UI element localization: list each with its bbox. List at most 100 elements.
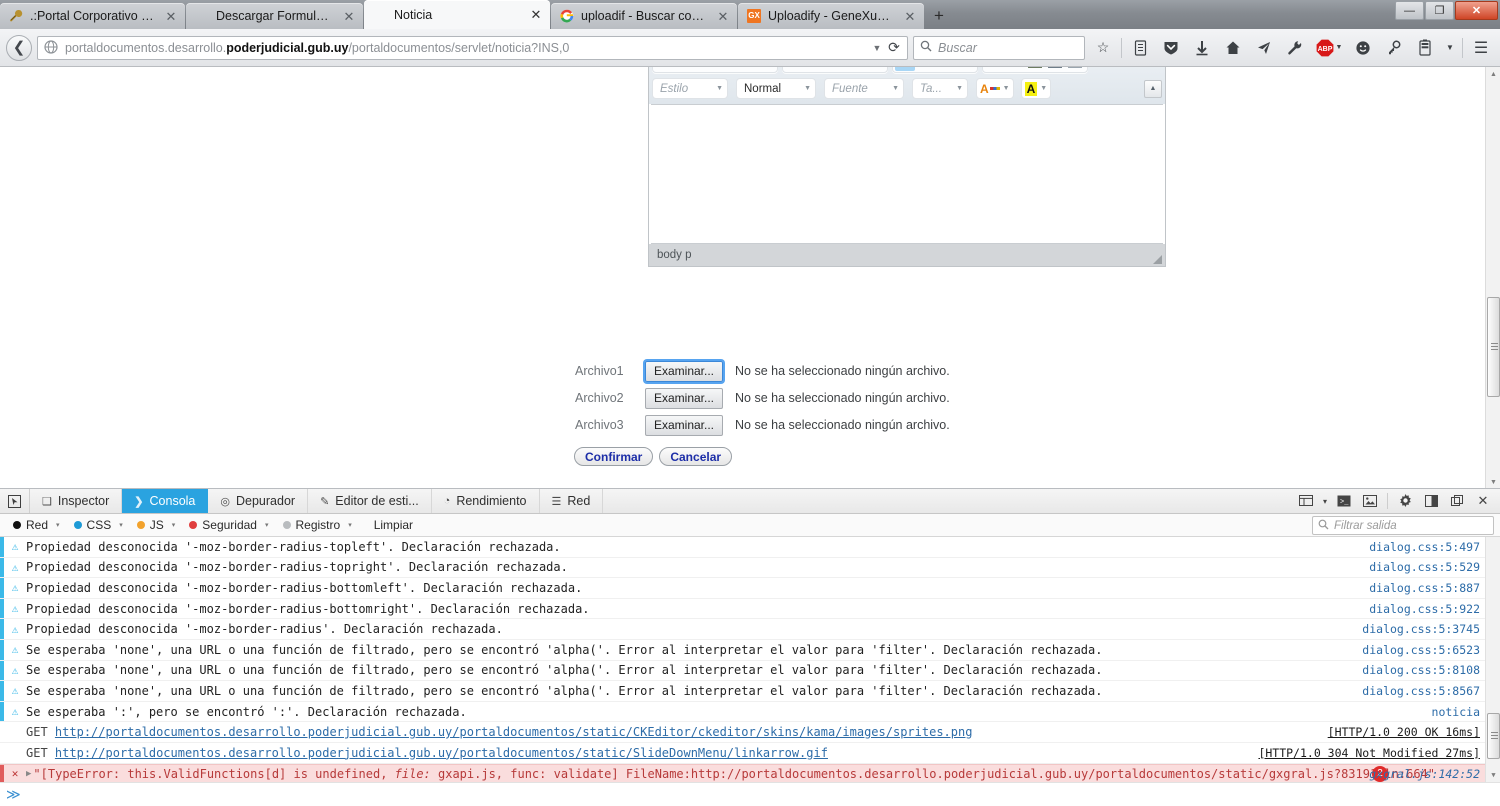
bulleted-list-button[interactable]: •≡ bbox=[805, 67, 825, 71]
log-source-link[interactable]: dialog.css:5:922 bbox=[1369, 602, 1480, 616]
browse-button[interactable]: Examinar... bbox=[645, 360, 723, 382]
console-network-row[interactable]: GET http://portaldocumentos.desarrollo.p… bbox=[0, 722, 1500, 743]
browse-button[interactable]: Examinar... bbox=[645, 414, 723, 436]
console-scrollbar-thumb[interactable] bbox=[1487, 713, 1500, 759]
battery-icon[interactable] bbox=[1412, 35, 1438, 61]
dock-side-button[interactable] bbox=[1418, 489, 1444, 513]
tab-red[interactable]: ☰ Red bbox=[540, 489, 604, 513]
filter-css[interactable]: CSS ▾ bbox=[67, 516, 130, 535]
back-arrow-icon[interactable]: ❮ bbox=[6, 34, 32, 61]
console-error-row[interactable]: ✕ ▶ "[TypeError: this.ValidFunctions[d] … bbox=[0, 763, 1500, 782]
align-right-button[interactable] bbox=[935, 67, 955, 71]
align-left-button[interactable] bbox=[895, 67, 915, 71]
console-log-row[interactable]: ⚠ Se esperaba 'none', una URL o una func… bbox=[0, 681, 1500, 702]
cancel-button[interactable]: Cancelar bbox=[659, 447, 733, 466]
send-tab-icon[interactable] bbox=[1251, 35, 1277, 61]
log-source-link[interactable]: dialog.css:5:8567 bbox=[1362, 684, 1480, 698]
tab-close-button[interactable]: ✕ bbox=[163, 8, 179, 24]
log-source-link[interactable]: dialog.css:5:497 bbox=[1369, 540, 1480, 554]
log-source-link[interactable]: gxgral.js:142:52 bbox=[1369, 767, 1480, 781]
style-dropdown[interactable]: Estilo ▼ bbox=[652, 78, 728, 99]
blockquote-button[interactable]: ❞ bbox=[865, 67, 885, 71]
console-network-row[interactable]: GET http://portaldocumentos.desarrollo.p… bbox=[0, 743, 1500, 764]
tab-consola[interactable]: ❯ Consola bbox=[122, 489, 209, 513]
size-dropdown[interactable]: Ta... ▼ bbox=[912, 78, 968, 99]
console-log-row[interactable]: ⚠ Propiedad desconocida '-moz-border-rad… bbox=[0, 537, 1500, 558]
console-log-row[interactable]: ⚠ Propiedad desconocida '-moz-border-rad… bbox=[0, 557, 1500, 579]
search-input[interactable]: Buscar bbox=[913, 35, 1085, 60]
superscript-button[interactable]: X2 bbox=[755, 67, 775, 71]
table-button[interactable] bbox=[1045, 67, 1065, 71]
screenshot-button[interactable] bbox=[1357, 489, 1383, 513]
hamburger-menu-icon[interactable]: ☰ bbox=[1468, 35, 1494, 61]
chevron-down-icon[interactable]: ▾ bbox=[348, 521, 352, 529]
resize-handle-icon[interactable] bbox=[1153, 255, 1162, 264]
console-filter-input[interactable]: Filtrar salida bbox=[1312, 516, 1494, 535]
responsive-design-mode-button[interactable] bbox=[1293, 489, 1319, 513]
horizontal-rule-button[interactable] bbox=[1065, 67, 1085, 71]
browser-tab[interactable]: uploadif - Buscar con Goo... ✕ bbox=[551, 3, 737, 29]
collapse-toolbar-button[interactable]: ▲ bbox=[1144, 79, 1162, 98]
confirm-button[interactable]: Confirmar bbox=[574, 447, 654, 466]
numbered-list-button[interactable]: ⒈≡ bbox=[785, 67, 805, 71]
tab-depurador[interactable]: ◎ Depurador bbox=[208, 489, 309, 513]
console-log-row[interactable]: ⚠ Propiedad desconocida '-moz-border-rad… bbox=[0, 578, 1500, 599]
settings-gear-button[interactable] bbox=[1392, 489, 1418, 513]
bookmark-star-icon[interactable]: ☆ bbox=[1090, 35, 1116, 61]
log-source-link[interactable]: dialog.css:5:8108 bbox=[1362, 663, 1480, 677]
minimize-button[interactable]: — bbox=[1395, 1, 1424, 20]
editor-content-area[interactable] bbox=[651, 104, 1163, 244]
new-tab-button[interactable]: + bbox=[925, 3, 953, 29]
browser-tab-active[interactable]: Noticia ✕ bbox=[364, 0, 550, 29]
browse-button[interactable]: Examinar... bbox=[645, 387, 723, 409]
element-picker-icon[interactable] bbox=[0, 489, 30, 513]
format-dropdown[interactable]: Normal ▼ bbox=[736, 78, 816, 99]
reading-list-icon[interactable] bbox=[1127, 35, 1153, 61]
reload-icon[interactable]: ⟳ bbox=[885, 39, 903, 56]
console-scrollbar[interactable]: ▼ bbox=[1485, 537, 1500, 782]
key-icon[interactable] bbox=[1381, 35, 1407, 61]
increase-indent-button[interactable]: ⇥ bbox=[845, 67, 865, 71]
filter-js[interactable]: JS ▾ bbox=[130, 516, 183, 535]
image-button[interactable] bbox=[1025, 67, 1045, 71]
filter-red[interactable]: Red ▾ bbox=[6, 516, 67, 535]
scroll-up-arrow-icon[interactable]: ▲ bbox=[1486, 67, 1500, 82]
scroll-down-arrow-icon[interactable]: ▼ bbox=[1486, 767, 1500, 782]
underline-button[interactable]: U bbox=[695, 67, 715, 71]
clear-console-button[interactable]: Limpiar bbox=[365, 516, 422, 535]
tools-wrench-icon[interactable] bbox=[1282, 35, 1308, 61]
adblock-plus-icon[interactable]: ABP ▼ bbox=[1313, 35, 1345, 61]
smiley-feedback-icon[interactable] bbox=[1350, 35, 1376, 61]
chevron-down-icon[interactable]: ▾ bbox=[265, 521, 269, 529]
italic-button[interactable]: I bbox=[675, 67, 695, 71]
browser-tab[interactable]: .:Portal Corporativo del Po... ✕ bbox=[0, 3, 185, 29]
console-log-row[interactable]: ⚠ Propiedad desconocida '-moz-border-rad… bbox=[0, 619, 1500, 640]
strikethrough-button[interactable]: abc bbox=[715, 67, 735, 71]
filter-seguridad[interactable]: Seguridad ▾ bbox=[182, 516, 275, 535]
background-color-button[interactable]: A ▼ bbox=[1020, 78, 1052, 99]
tab-inspector[interactable]: ❑ Inspector bbox=[30, 489, 123, 513]
tab-close-button[interactable]: ✕ bbox=[341, 8, 357, 24]
log-source-link[interactable]: dialog.css:5:6523 bbox=[1362, 643, 1480, 657]
expand-arrow-icon[interactable]: ▶ bbox=[26, 769, 31, 779]
home-icon[interactable] bbox=[1220, 35, 1246, 61]
downloads-icon[interactable] bbox=[1189, 35, 1215, 61]
console-command-input[interactable]: ≫ bbox=[0, 782, 1500, 806]
restore-button[interactable]: ❐ bbox=[1425, 1, 1454, 20]
chevron-down-icon[interactable]: ▾ bbox=[172, 521, 176, 529]
console-log-row[interactable]: ⚠ Se esperaba 'none', una URL o una func… bbox=[0, 639, 1500, 661]
separate-window-button[interactable] bbox=[1444, 489, 1470, 513]
tab-close-button[interactable]: ✕ bbox=[902, 8, 918, 24]
align-center-button[interactable] bbox=[915, 67, 935, 71]
close-window-button[interactable]: ✕ bbox=[1455, 1, 1498, 20]
console-log-row[interactable]: ⚠ Se esperaba ':', pero se encontró ':'.… bbox=[0, 701, 1500, 723]
console-log-row[interactable]: ⚠ Propiedad desconocida '-moz-border-rad… bbox=[0, 598, 1500, 620]
responsive-chevron-icon[interactable]: ▾ bbox=[1319, 489, 1331, 513]
tab-editor-de-estilos[interactable]: ✎ Editor de esti... bbox=[308, 489, 432, 513]
browser-tab[interactable]: Descargar Formularios ✕ bbox=[186, 3, 363, 29]
log-source-link[interactable]: dialog.css:5:3745 bbox=[1362, 622, 1480, 636]
request-url-link[interactable]: http://portaldocumentos.desarrollo.poder… bbox=[55, 725, 973, 739]
decrease-indent-button[interactable]: ⇤ bbox=[825, 67, 845, 71]
chevron-down-icon[interactable]: ▾ bbox=[119, 521, 123, 529]
page-scrollbar[interactable]: ▲ ▼ bbox=[1485, 67, 1500, 490]
